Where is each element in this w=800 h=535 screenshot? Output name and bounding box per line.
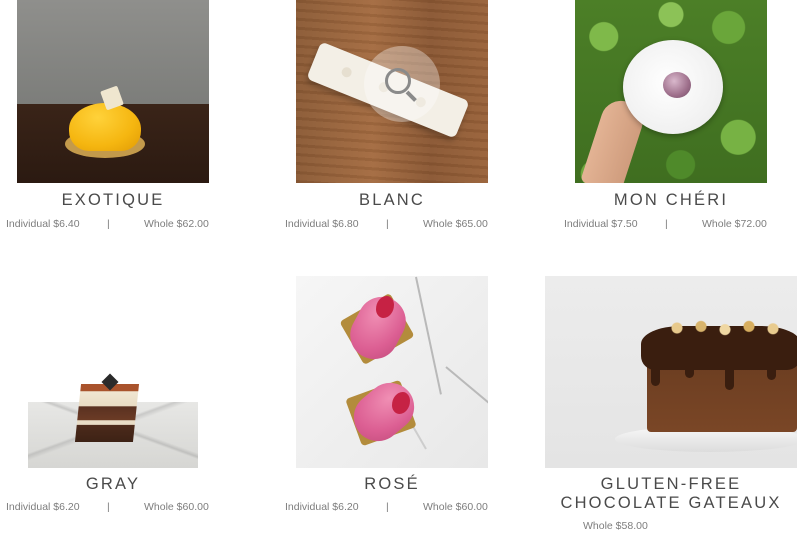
- price-individual-mon-cheri: Individual $7.50: [564, 218, 638, 230]
- price-separator: |: [107, 501, 110, 513]
- product-title-mon-cheri[interactable]: MON CHÉRI: [575, 191, 767, 210]
- product-image-gluten-free-chocolate-gateaux[interactable]: [545, 276, 797, 468]
- price-individual-gray: Individual $6.20: [6, 501, 80, 513]
- title-line-1: GLUTEN-FREE: [600, 475, 742, 493]
- product-image-gray[interactable]: [0, 276, 210, 468]
- price-whole-exotique: Whole $62.00: [144, 218, 209, 230]
- price-whole-blanc: Whole $65.00: [423, 218, 488, 230]
- product-title-exotique[interactable]: EXOTIQUE: [17, 191, 209, 210]
- title-line-2: CHOCOLATE GATEAUX: [560, 494, 782, 512]
- product-title-gray[interactable]: GRAY: [17, 475, 209, 494]
- price-separator: |: [386, 501, 389, 513]
- price-separator: |: [665, 218, 668, 230]
- price-separator: |: [107, 218, 110, 230]
- magnifier-icon[interactable]: [364, 46, 440, 122]
- price-whole-rose: Whole $60.00: [423, 501, 488, 513]
- price-individual-exotique: Individual $6.40: [6, 218, 80, 230]
- price-whole-gluten-free-chocolate-gateaux: Whole $58.00: [583, 520, 648, 532]
- product-image-exotique[interactable]: [17, 0, 209, 183]
- product-image-blanc[interactable]: [296, 0, 488, 183]
- price-whole-mon-cheri: Whole $72.00: [702, 218, 767, 230]
- price-whole-gray: Whole $60.00: [144, 501, 209, 513]
- product-image-rose[interactable]: [296, 276, 488, 468]
- product-title-gluten-free-chocolate-gateaux[interactable]: GLUTEN-FREE CHOCOLATE GATEAUX: [545, 475, 797, 513]
- price-separator: |: [386, 218, 389, 230]
- price-individual-blanc: Individual $6.80: [285, 218, 359, 230]
- price-individual-rose: Individual $6.20: [285, 501, 359, 513]
- product-image-mon-cheri[interactable]: [575, 0, 767, 183]
- product-title-rose[interactable]: ROSÉ: [296, 475, 488, 494]
- product-title-blanc[interactable]: BLANC: [296, 191, 488, 210]
